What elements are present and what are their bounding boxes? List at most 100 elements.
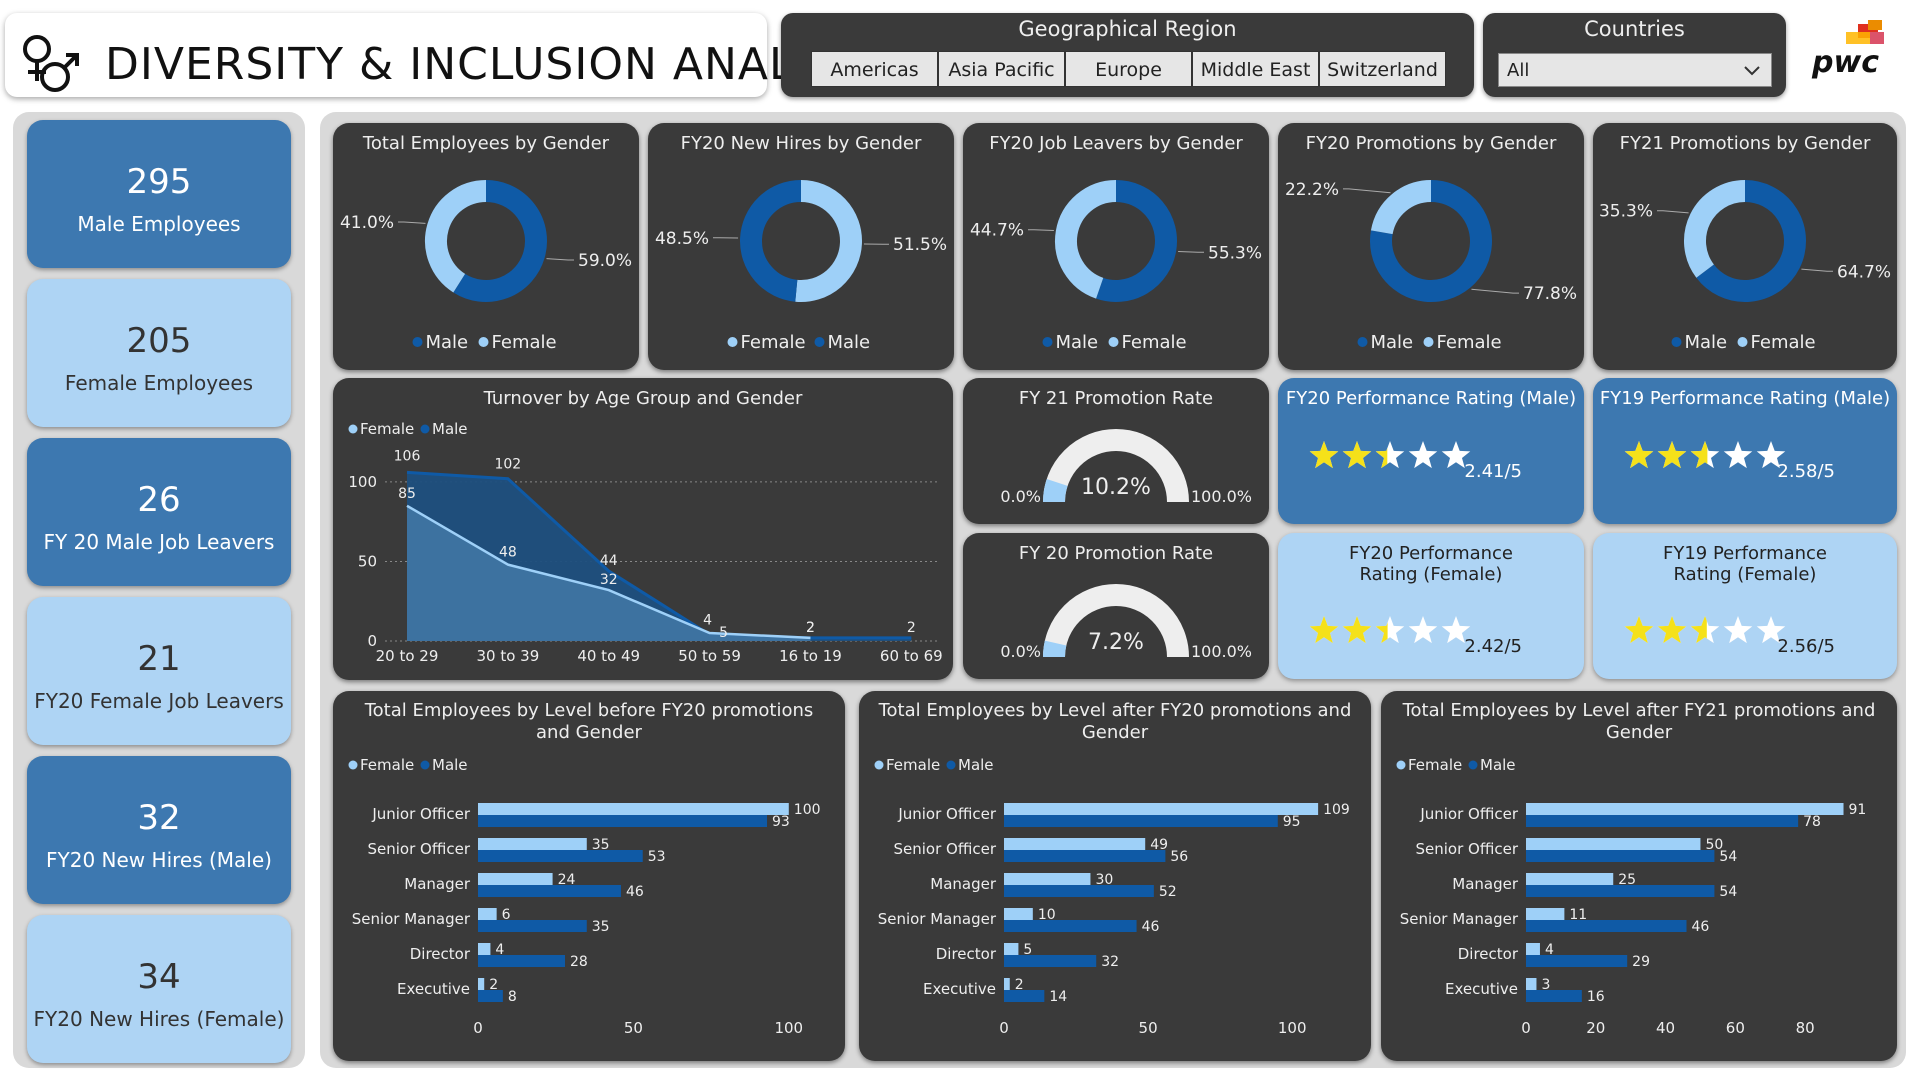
bar-female — [478, 943, 491, 955]
gauge-max-label: 100.0% — [1191, 487, 1252, 506]
bar-female — [478, 803, 789, 815]
category-label: Junior Officer — [897, 805, 997, 823]
donut-leader-line — [1657, 210, 1689, 214]
donut-card-job-leavers[interactable]: FY20 Job Leavers by Gender 55.3% 44.7% Mal… — [963, 123, 1269, 370]
legend-label: Male — [426, 332, 469, 353]
donut-data-label: 48.5% — [655, 229, 709, 249]
category-label: Junior Officer — [1419, 805, 1519, 823]
gauge-card-fy21-promotion-rate[interactable]: FY 21 Promotion Rate 10.2% 0.0% 100.0% — [963, 378, 1269, 524]
kpi-card[interactable]: 295 Male Employees — [27, 120, 291, 268]
rating-card-fy20-female[interactable]: FY20 Performance Rating (Female) 2.42/5 — [1278, 533, 1584, 679]
legend-marker-female — [348, 760, 358, 770]
gender-symbol-icon — [23, 35, 79, 92]
turnover-area-chart: Female Male0501008548325 2106102444 2 220 to… — [348, 420, 942, 665]
category-label: Manager — [1452, 875, 1519, 893]
gauge-fill — [1043, 640, 1067, 658]
rating-card-fy19-male[interactable]: FY19 Performance Rating (Male) 2.58/5 — [1593, 378, 1897, 524]
donut-card-fy20-promotions[interactable]: FY20 Promotions by Gender 77.8% 22.2% Male… — [1278, 123, 1584, 370]
kpi-card[interactable]: 26 FY 20 Male Job Leavers — [27, 438, 291, 586]
donut-leader-line — [398, 221, 426, 224]
rating-card-fy20-male[interactable]: FY20 Performance Rating (Male) 2.41/5 — [1278, 378, 1584, 524]
geo-button-asia-pacific[interactable]: Asia Pacific — [938, 51, 1065, 87]
data-label: 32 — [600, 572, 618, 588]
legend-label: Male — [432, 420, 468, 438]
data-label: 32 — [1101, 954, 1119, 970]
data-label: 14 — [1049, 989, 1067, 1005]
bar-male — [1526, 990, 1582, 1002]
data-label: 56 — [1170, 849, 1188, 865]
legend-marker-female — [1396, 760, 1406, 770]
legend-marker-male — [946, 760, 956, 770]
data-label: 8 — [508, 989, 517, 1005]
rating-value-label: 2.41/5 — [1464, 461, 1522, 482]
bar-card-after-fy20[interactable]: Total Employees by Level after FY20 prom… — [859, 691, 1371, 1061]
donut-data-label: 77.8% — [1523, 284, 1577, 304]
donut-data-label: 64.7% — [1837, 262, 1891, 282]
x-tick-label: 20 to 29 — [376, 647, 439, 665]
rating-card-fy19-female[interactable]: FY19 Performance Rating (Female) 2.56/5 — [1593, 533, 1897, 679]
x-tick-label: 16 to 19 — [779, 647, 842, 665]
data-label: 2 — [806, 620, 815, 636]
x-tick-label: 0 — [999, 1019, 1009, 1037]
category-label: Director — [410, 945, 471, 963]
legend-marker-female — [874, 760, 884, 770]
kpi-card[interactable]: 205 Female Employees — [27, 279, 291, 427]
donut-leader-line — [1028, 229, 1054, 232]
category-label: Senior Manager — [352, 910, 471, 928]
turnover-chart-card[interactable]: Turnover by Age Group and Gender Female M… — [333, 378, 953, 680]
geo-button-americas[interactable]: Americas — [811, 51, 938, 87]
bar-card-after-fy21[interactable]: Total Employees by Level after FY21 prom… — [1381, 691, 1897, 1061]
bar-male — [478, 990, 503, 1002]
countries-dropdown[interactable]: All — [1498, 53, 1772, 87]
donut-slice-female — [1684, 180, 1746, 278]
legend-marker-male — [412, 337, 423, 347]
title-card: DIVERSITY & INCLUSION ANALYSIS — [5, 13, 887, 97]
bar-female — [1526, 908, 1565, 920]
donut-chart-fy20-promotions: 77.8% 22.2% Male Female — [1285, 180, 1577, 353]
bar-male — [478, 815, 768, 827]
bar-male — [1526, 920, 1687, 932]
data-label: 52 — [1159, 884, 1177, 900]
kpi-card[interactable]: 34 FY20 New Hires (Female) — [27, 915, 291, 1063]
legend-label: Male — [1685, 332, 1728, 353]
data-label: 46 — [1692, 919, 1710, 935]
bar-female — [1526, 838, 1701, 850]
donut-card-fy21-promotions[interactable]: FY21 Promotions by Gender 64.7% 35.3% Male… — [1593, 123, 1897, 370]
donut-card-new-hires[interactable]: FY20 New Hires by Gender 51.5% 48.5% Femal… — [648, 123, 954, 370]
gauge-card-fy20-promotion-rate[interactable]: FY 20 Promotion Rate 7.2% 0.0% 100.0% — [963, 533, 1269, 679]
category-label: Senior Officer — [894, 840, 997, 858]
category-label: Senior Officer — [1416, 840, 1519, 858]
donut-data-label: 44.7% — [970, 221, 1024, 241]
star-empty-icon — [1408, 616, 1438, 644]
donut-data-label: 35.3% — [1599, 202, 1653, 222]
bar-female — [1004, 803, 1319, 815]
geo-button-middle-east[interactable]: Middle East — [1192, 51, 1319, 87]
bar-female — [478, 908, 497, 920]
legend-marker-male — [1671, 337, 1682, 347]
bar-male — [1004, 815, 1278, 827]
bar-female — [478, 978, 485, 990]
kpi-value: 205 — [126, 321, 192, 361]
data-label: 109 — [1323, 802, 1350, 818]
geo-button-europe[interactable]: Europe — [1065, 51, 1192, 87]
data-label: 100 — [794, 802, 821, 818]
donut-data-label: 55.3% — [1208, 243, 1262, 263]
donut-card-total-employees[interactable]: Total Employees by Gender 59.0% 41.0% Male… — [333, 123, 639, 370]
y-tick-label: 50 — [358, 552, 377, 570]
page-title: DIVERSITY & INCLUSION ANALYSIS — [105, 39, 889, 90]
donut-chart-new-hires: 51.5% 48.5% Female Male — [655, 180, 947, 353]
kpi-card[interactable]: 32 FY20 New Hires (Male) — [27, 756, 291, 904]
bar-female — [1526, 943, 1540, 955]
donut-leader-line — [1178, 250, 1204, 253]
x-tick-label: 0 — [1521, 1019, 1531, 1037]
donut-slice-female — [425, 180, 487, 293]
bar-male — [478, 920, 587, 932]
kpi-card[interactable]: 21 FY20 Female Job Leavers — [27, 597, 291, 745]
bar-chart-after-fy21: Female Male Junior Officer 91 78 Senior Offic… — [1396, 756, 1866, 1037]
bar-card-before-fy20[interactable]: Total Employees by Level before FY20 pro… — [333, 691, 845, 1061]
data-label: 5 — [719, 625, 728, 641]
data-label: 48 — [499, 545, 517, 561]
category-label: Manager — [930, 875, 997, 893]
geo-button-switzerland[interactable]: Switzerland — [1319, 51, 1446, 87]
legend-label: Female — [492, 332, 557, 353]
